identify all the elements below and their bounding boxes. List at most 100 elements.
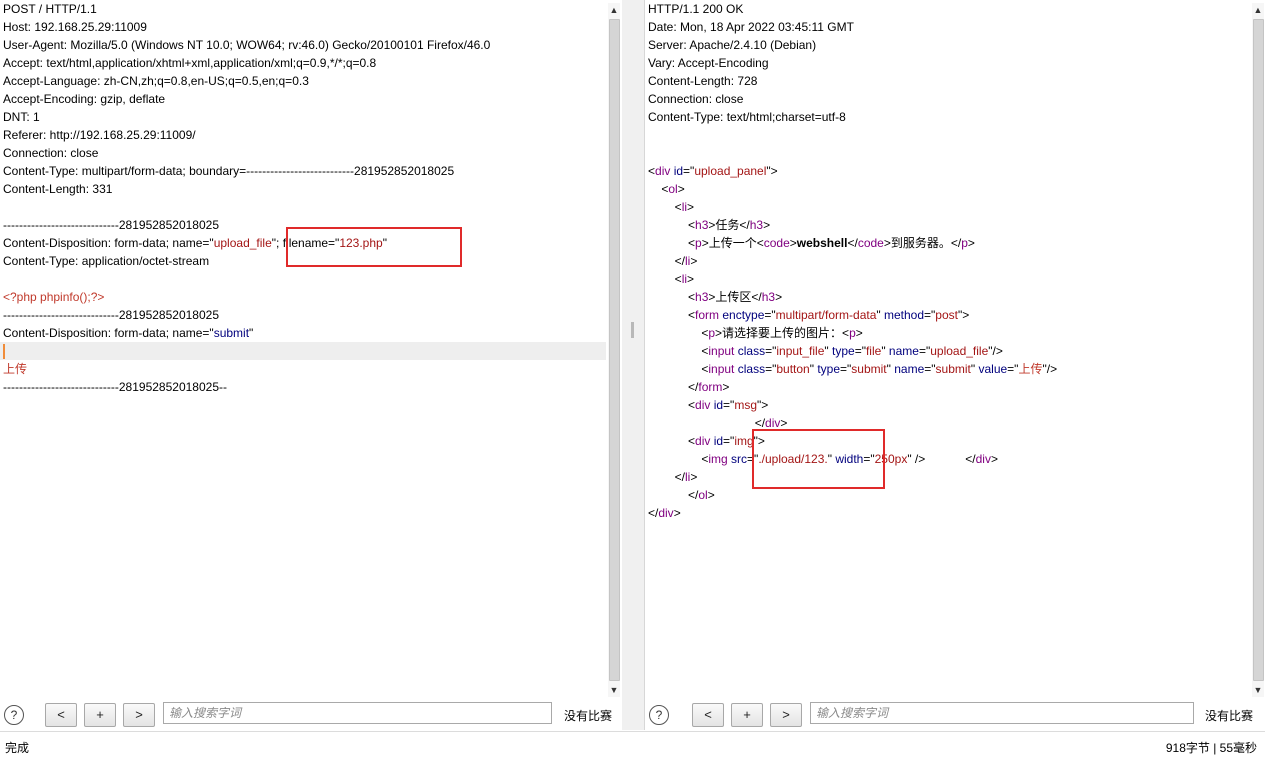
code-token: img (734, 434, 754, 448)
scroll-down-arrow-icon[interactable]: ▼ (608, 683, 620, 697)
code-token: -----------------------------28195285201… (3, 380, 227, 394)
code-line: DNT: 1 (0, 108, 606, 126)
code-token: " /> </ (907, 452, 976, 466)
code-line: Connection: close (645, 90, 1250, 108)
code-token: Content-Length: 331 (3, 182, 113, 196)
search-add-button[interactable]: + (84, 703, 116, 727)
code-token: </ (648, 416, 766, 430)
code-line: <ol> (645, 180, 1250, 198)
code-line: <?php phpinfo();?> (0, 288, 606, 306)
code-line: Accept-Language: zh-CN,zh;q=0.8,en-US;q=… (0, 72, 606, 90)
code-token: < (648, 434, 696, 448)
code-token: < (648, 290, 696, 304)
code-token: h3 (695, 218, 709, 232)
code-token: >上传一个< (701, 236, 764, 250)
search-next-button[interactable]: > (123, 703, 155, 727)
pane-splitter[interactable] (622, 0, 644, 730)
code-token: " (824, 344, 832, 358)
code-token: <?php phpinfo();?> (3, 290, 105, 304)
code-token: class (737, 362, 766, 376)
request-scrollbar[interactable]: ▲ ▼ (608, 3, 620, 697)
scrollbar-thumb[interactable] (1253, 19, 1264, 681)
code-token: "> (766, 164, 778, 178)
code-token: > (690, 470, 698, 484)
code-token: >任务</ (708, 218, 750, 232)
scroll-down-arrow-icon[interactable]: ▼ (1252, 683, 1264, 697)
code-line: </div> (645, 504, 1250, 522)
code-token: div (655, 164, 671, 178)
search-input[interactable] (810, 702, 1194, 724)
search-prev-button[interactable]: < (45, 703, 77, 727)
scroll-up-arrow-icon[interactable]: ▲ (1252, 3, 1264, 17)
code-token: value (978, 362, 1008, 376)
search-next-button[interactable]: > (770, 703, 802, 727)
code-token: Date: Mon, 18 Apr 2022 03:45:11 GMT (648, 20, 854, 34)
splitter-grip-icon[interactable] (631, 322, 634, 338)
code-line: -----------------------------28195285201… (0, 378, 606, 396)
search-prev-button[interactable]: < (692, 703, 724, 727)
code-token: =" (840, 362, 852, 376)
code-token: < (648, 326, 709, 340)
code-token: =" (683, 164, 695, 178)
code-token: < (648, 344, 709, 358)
code-line: </form> (645, 378, 1250, 396)
code-token: < (648, 452, 709, 466)
code-token: </ (648, 506, 659, 520)
response-search-bar: ? < + > 没有比赛 (645, 700, 1265, 730)
search-input[interactable] (163, 702, 552, 724)
code-token: < (648, 200, 682, 214)
code-line: <div id="upload_panel"> (645, 162, 1250, 180)
code-token: " (881, 344, 889, 358)
code-token: </ (648, 470, 686, 484)
code-token: " (876, 308, 884, 322)
code-line: Date: Mon, 18 Apr 2022 03:45:11 GMT (645, 18, 1250, 36)
code-token: Content-Type: text/html;charset=utf-8 (648, 110, 846, 124)
code-token: type (832, 344, 855, 358)
code-token: button (776, 362, 810, 376)
code-token: "> (757, 398, 769, 412)
code-token: > (677, 182, 685, 196)
code-line: Host: 192.168.25.29:11009 (0, 18, 606, 36)
code-token: id (673, 164, 684, 178)
help-icon[interactable]: ? (649, 705, 669, 725)
code-line: Content-Type: text/html;charset=utf-8 (645, 108, 1250, 126)
code-line: Accept: text/html,application/xhtml+xml,… (0, 54, 606, 72)
code-line: <p>请选择要上传的图片：<p> (645, 324, 1250, 342)
code-token: upload_file (213, 236, 272, 250)
status-bar: 完成 918字节 | 55毫秒 (0, 731, 1265, 764)
code-line: Content-Disposition: form-data; name="su… (0, 324, 606, 342)
code-token: file (865, 344, 882, 358)
code-token: Server: Apache/2.4.10 (Debian) (648, 38, 817, 52)
request-editor[interactable]: POST / HTTP/1.1 Host: 192.168.25.29:11009… (0, 0, 606, 698)
code-line: </div> (645, 414, 1250, 432)
code-token: =" (1007, 362, 1019, 376)
scroll-up-arrow-icon[interactable]: ▲ (608, 3, 620, 17)
code-line: </li> (645, 252, 1250, 270)
code-token: msg (734, 398, 757, 412)
code-token: =" (924, 362, 936, 376)
code-line: <div id="msg"> (645, 396, 1250, 414)
code-token: Content-Length: 728 (648, 74, 758, 88)
code-token: div (765, 416, 781, 430)
code-token: post (935, 308, 958, 322)
code-token: =" (723, 434, 735, 448)
search-add-button[interactable]: + (731, 703, 763, 727)
response-scrollbar[interactable]: ▲ ▼ (1252, 3, 1264, 697)
code-token: > (673, 506, 681, 520)
search-matches-label: 没有比赛 (1205, 709, 1254, 723)
response-viewer[interactable]: HTTP/1.1 200 OK Date: Mon, 18 Apr 2022 03… (645, 0, 1250, 698)
scrollbar-thumb[interactable] (609, 19, 620, 681)
code-token: ol (668, 182, 678, 196)
code-token: </ (648, 254, 686, 268)
help-icon[interactable]: ? (4, 705, 24, 725)
code-token: input (708, 362, 735, 376)
code-token: " (249, 326, 254, 340)
code-token: div (695, 434, 711, 448)
code-line: POST / HTTP/1.1 (0, 0, 606, 18)
text-caret (3, 344, 5, 360)
code-token: Content-Disposition: form-data; name=" (3, 326, 214, 340)
code-token: =" (723, 398, 735, 412)
code-line: Connection: close (0, 144, 606, 162)
code-token: id (713, 434, 724, 448)
